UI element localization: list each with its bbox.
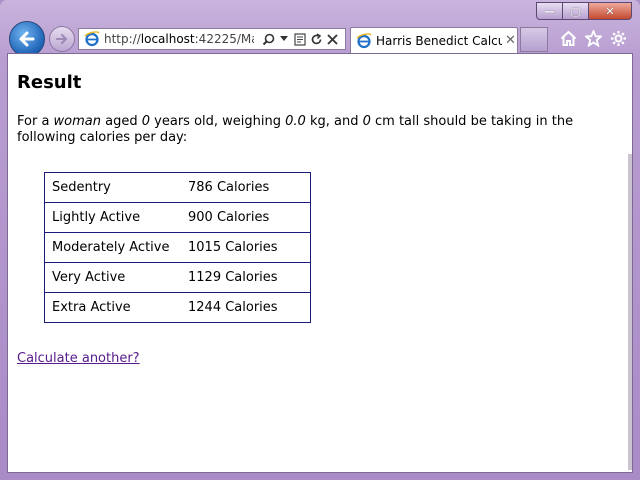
close-window-button[interactable]: ✕	[588, 2, 632, 20]
favorites-star-icon[interactable]	[584, 29, 603, 48]
calculate-another-link[interactable]: Calculate another?	[17, 351, 140, 366]
table-row: Sedentry 786 Calories	[45, 173, 311, 203]
maximize-icon: ▢	[570, 4, 581, 18]
calorie-value: 900 Calories	[181, 202, 311, 233]
table-row: Moderately Active 1015 Calories	[44, 232, 311, 263]
activity-level: Moderately Active	[44, 232, 181, 263]
result-description: For a woman aged 0 years old, weighing 0…	[17, 114, 574, 145]
refresh-icon[interactable]	[308, 31, 324, 47]
maximize-button[interactable]: ▢	[562, 2, 588, 20]
activity-level: Very Active	[44, 262, 181, 293]
close-icon: ✕	[605, 4, 615, 18]
stop-icon[interactable]	[324, 31, 340, 47]
tab-title: Harris Benedict Calcul...	[376, 33, 502, 48]
back-button[interactable]	[9, 21, 45, 57]
search-icon[interactable]	[260, 31, 276, 47]
gear-icon[interactable]	[609, 29, 628, 48]
age-value: 0	[141, 114, 151, 129]
tab-close-icon[interactable]: ✕	[505, 33, 516, 48]
minimize-icon: —	[544, 4, 555, 18]
home-icon[interactable]	[559, 29, 578, 48]
compat-icon[interactable]	[292, 31, 308, 47]
calorie-value: 1015 Calories	[181, 232, 311, 263]
scrollbar-thumb[interactable]	[628, 154, 632, 470]
table-row: Lightly Active 900 Calories	[44, 202, 311, 233]
back-arrow-icon	[19, 31, 35, 47]
weight-value: 0.0	[285, 114, 306, 129]
activity-level: Sedentry	[52, 180, 111, 195]
ie-icon	[356, 32, 372, 48]
forward-button[interactable]	[49, 26, 75, 52]
table-row: Extra Active 1244 Calories	[44, 292, 311, 323]
height-value: 0	[362, 114, 371, 129]
tab-harris-benedict[interactable]: Harris Benedict Calcul... ✕	[350, 27, 518, 53]
calorie-value: 786 Calories	[188, 180, 270, 195]
page-title: Result	[17, 72, 82, 93]
dropdown-arrow-icon[interactable]	[276, 31, 292, 47]
activity-level: Extra Active	[44, 292, 181, 323]
calorie-value: 1129 Calories	[181, 262, 311, 293]
new-tab-button[interactable]	[520, 27, 548, 52]
page-content: Result For a woman aged 0 years old, wei…	[7, 53, 633, 473]
browser-window: — ▢ ✕ http://localhost:42225/Main/	[0, 0, 640, 480]
table-row: Very Active 1129 Calories	[44, 262, 311, 293]
scrollbar[interactable]	[628, 54, 632, 472]
forward-arrow-icon	[56, 34, 68, 44]
calorie-value: 1244 Calories	[181, 292, 311, 323]
activity-level: Lightly Active	[44, 202, 181, 233]
calories-table: Sedentry 786 Calories Lightly Active 900 C…	[44, 172, 311, 323]
ie-icon	[84, 31, 100, 47]
browser-tools	[559, 29, 628, 48]
minimize-button[interactable]: —	[536, 2, 562, 20]
address-bar[interactable]: http://localhost:42225/Main/	[78, 28, 346, 50]
window-controls: — ▢ ✕	[536, 2, 632, 20]
url-text[interactable]: http://localhost:42225/Main/	[104, 32, 254, 46]
gender-value: woman	[53, 114, 102, 129]
